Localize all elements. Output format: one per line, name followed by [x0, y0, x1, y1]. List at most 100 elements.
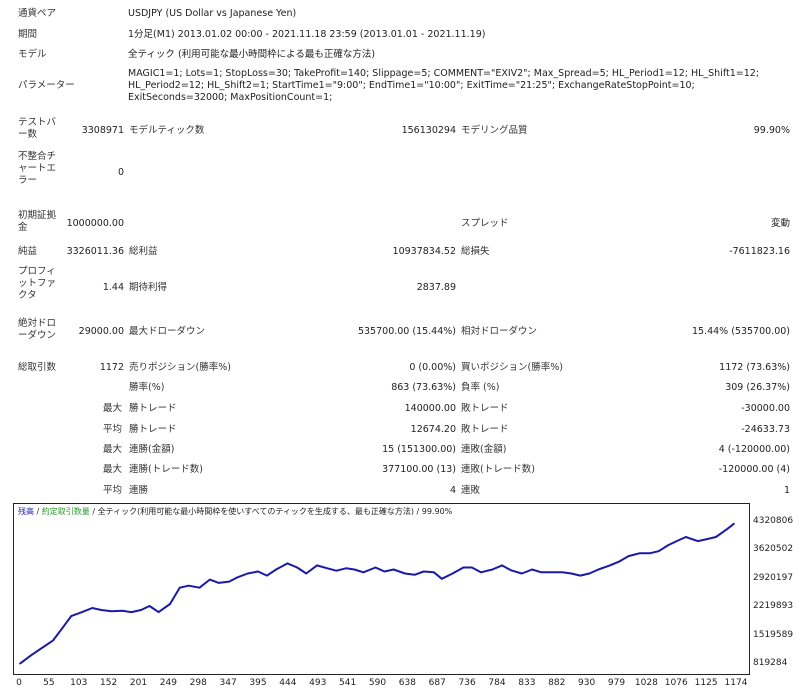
gross-profit-label: 総利益: [129, 246, 158, 257]
balance-point: [540, 571, 542, 574]
balance-point: [579, 574, 582, 577]
expected-payoff-value: 2837.89: [416, 282, 456, 293]
balance-point: [733, 522, 735, 525]
model-ticks-value: 156130294: [401, 125, 456, 136]
balance-point: [236, 576, 238, 579]
balance-point: [588, 572, 591, 575]
legend-balance: 残高: [18, 507, 34, 516]
balance-point: [618, 560, 621, 563]
balance-point: [697, 540, 699, 542]
x-tick-label: 687: [428, 678, 446, 688]
consec-losses-count-value: -120000.00 (4): [718, 464, 790, 475]
x-tick-label: 930: [578, 678, 596, 688]
balance-point: [19, 662, 21, 665]
model-value: 全ティック (利用可能な最小時間枠による最も正確な方法): [128, 49, 376, 60]
balance-point: [521, 572, 523, 575]
x-tick-label: 201: [129, 678, 148, 688]
balance-point: [550, 571, 553, 574]
balance-point: [61, 627, 63, 630]
balance-point: [570, 572, 573, 575]
balance-point: [374, 566, 377, 569]
balance-point: [91, 607, 94, 609]
x-tick-label: 444: [279, 678, 297, 688]
strategy-test-report: 通貨ペア USDJPY (US Dollar vs Japanese Yen) …: [0, 0, 803, 500]
balance-point: [451, 572, 454, 575]
legend-separator: /: [34, 507, 42, 516]
balance-point: [657, 550, 660, 552]
consec-losses-money-label: 連敗(金額): [461, 444, 507, 455]
average-consec-wins-value: 4: [449, 485, 456, 496]
balance-point: [353, 568, 356, 571]
legend-lots: 約定取引数量: [41, 507, 90, 516]
long-positions-value: 1172 (73.63%): [719, 362, 790, 373]
legend-quality: 99.90%: [421, 507, 453, 516]
x-tick-label: 736: [458, 678, 476, 688]
spread-value: 変動: [770, 218, 790, 229]
average-win-value: 12674.20: [410, 424, 456, 435]
total-trades-label: 総取引数: [18, 362, 57, 373]
balance-point: [531, 568, 533, 571]
loss-rate-value: 309 (26.37%): [725, 382, 790, 393]
y-tick-label: 2219893: [753, 601, 794, 612]
balance-point: [130, 611, 133, 613]
x-tick-label: 347: [219, 678, 237, 688]
balance-point: [715, 536, 717, 538]
balance-point: [706, 538, 708, 540]
y-tick-label: 819284: [753, 658, 788, 668]
balance-point: [257, 570, 259, 573]
balance-point: [685, 536, 687, 538]
x-tick-label: 298: [189, 678, 207, 688]
period-label: 期間: [18, 29, 38, 40]
balance-point: [43, 645, 45, 648]
balance-point: [433, 571, 435, 574]
period-value: 1分足(M1) 2013.01.02 00:00 - 2021.11.18 23…: [128, 29, 486, 40]
expected-payoff-label: 期待利得: [129, 282, 168, 293]
parameters-value: MAGIC1=1; Lots=1; StopLoss=30; TakeProfi…: [128, 68, 760, 103]
balance-point: [286, 562, 289, 565]
x-tick-label: 979: [607, 678, 626, 688]
balance-point: [362, 571, 365, 574]
maximal-drawdown-label: 最大ドローダウン: [129, 326, 206, 337]
mismatch-errors-value: 0: [117, 167, 124, 178]
x-tick-label: 103: [70, 678, 88, 688]
balance-point: [157, 611, 160, 613]
largest-win-label: 勝トレード: [129, 403, 177, 414]
relative-drawdown-value: 15.44% (535700.00): [691, 326, 790, 337]
short-positions-value: 0 (0.00%): [409, 362, 456, 373]
balance-point: [462, 566, 465, 569]
balance-point: [413, 574, 416, 576]
balance-point: [627, 555, 630, 557]
long-positions-label: 買いポジション(勝率%): [461, 362, 563, 373]
consec-losses-money-value: 4 (-120000.00): [718, 444, 790, 455]
balance-point: [491, 568, 494, 571]
balance-point: [110, 610, 113, 613]
x-tick-label: 590: [368, 678, 387, 688]
balance-point: [169, 603, 171, 605]
balance-line-plot: [19, 522, 735, 665]
loss-rate-label: 負率 (%): [461, 382, 500, 393]
initial-deposit-label: 初期証拠金: [18, 210, 57, 233]
balance-point: [198, 586, 201, 589]
x-tick-label: 784: [488, 678, 506, 688]
average-consec-losses-label: 連敗: [461, 485, 481, 496]
balance-point: [140, 609, 142, 611]
balance-point: [561, 571, 564, 574]
pair-value: USDJPY (US Dollar vs Japanese Yen): [128, 8, 297, 19]
balance-point: [81, 611, 83, 613]
gross-loss-label: 総損失: [461, 246, 490, 257]
x-tick-label: 833: [518, 678, 536, 688]
balance-point: [609, 564, 611, 567]
initial-deposit-value: 1000000.00: [66, 218, 124, 229]
absolute-drawdown-value: 29000.00: [78, 326, 124, 337]
parameters-label: パラメーター: [18, 80, 75, 91]
maximal-drawdown-value: 535700.00 (15.44%): [357, 326, 456, 337]
chart-legend: 残高 / 約定取引数量 / 全ティック(利用可能な最小時間枠を使いすべてのティッ…: [18, 507, 452, 517]
legend-separator: /: [89, 507, 98, 516]
modeling-quality-label: モデリング品質: [461, 125, 528, 136]
balance-point: [404, 572, 406, 575]
balance-point: [667, 544, 670, 546]
average-consec-wins-label: 連勝: [129, 485, 149, 496]
y-tick-label: 3620502: [753, 544, 794, 555]
balance-point: [316, 564, 318, 567]
consec-wins-count-value: 377100.00 (13): [382, 464, 456, 475]
